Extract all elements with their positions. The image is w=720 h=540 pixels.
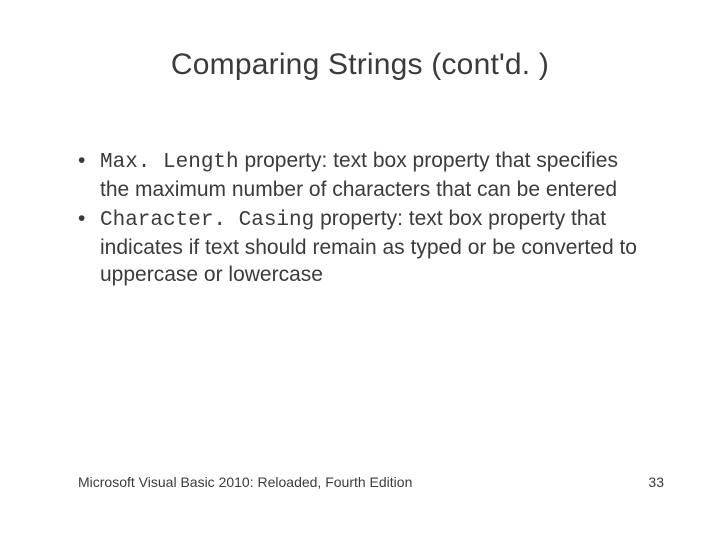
slide-title: Comparing Strings (cont'd. ) — [0, 48, 720, 82]
page-number: 33 — [648, 474, 664, 490]
slide-body: Max. Length property: text box property … — [78, 148, 648, 290]
bullet-code: Character. Casing — [100, 209, 314, 232]
bullet-list: Max. Length property: text box property … — [78, 148, 648, 288]
bullet-item: Character. Casing property: text box pro… — [78, 206, 648, 289]
bullet-code: Max. Length — [100, 151, 239, 174]
footer-source: Microsoft Visual Basic 2010: Reloaded, F… — [78, 474, 412, 490]
bullet-item: Max. Length property: text box property … — [78, 148, 648, 204]
slide: Comparing Strings (cont'd. ) Max. Length… — [0, 0, 720, 540]
